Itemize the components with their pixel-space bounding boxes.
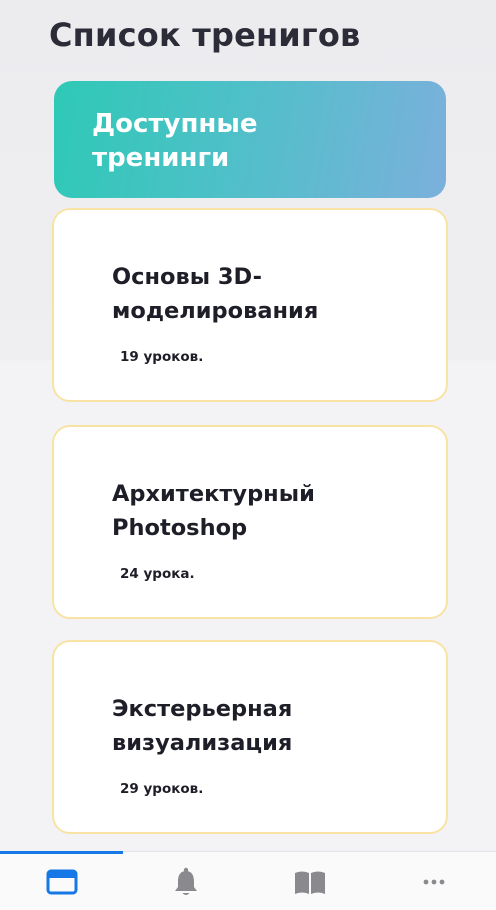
- browser-window-icon: [46, 869, 78, 894]
- training-card[interactable]: Архитектурный Photoshop 24 урока.: [52, 425, 448, 619]
- tab-notifications[interactable]: [124, 852, 248, 910]
- tab-trainings[interactable]: [0, 852, 124, 910]
- lesson-count: 19 уроков.: [120, 349, 204, 365]
- bell-icon: [175, 867, 197, 895]
- bottom-tab-bar: [0, 851, 496, 910]
- page-title: Список тренигов: [49, 16, 361, 54]
- training-list-screen: Список тренигов Доступные тренинги Основ…: [0, 0, 496, 910]
- training-card[interactable]: Основы 3D-моделирования 19 уроков.: [52, 208, 448, 402]
- tab-more[interactable]: [372, 852, 496, 910]
- book-icon: [295, 871, 325, 894]
- lesson-count: 24 урока.: [120, 566, 195, 582]
- more-dots-icon: [423, 879, 445, 884]
- training-title: Основы 3D-моделирования: [112, 264, 319, 324]
- lesson-count: 29 уроков.: [120, 781, 204, 797]
- available-trainings-banner: Доступные тренинги: [54, 81, 446, 198]
- training-title: Экстерьерная визуализация: [112, 696, 293, 756]
- tab-library[interactable]: [248, 852, 372, 910]
- banner-title: Доступные тренинги: [92, 109, 258, 173]
- training-title: Архитектурный Photoshop: [112, 481, 315, 541]
- training-card[interactable]: Экстерьерная визуализация 29 уроков.: [52, 640, 448, 834]
